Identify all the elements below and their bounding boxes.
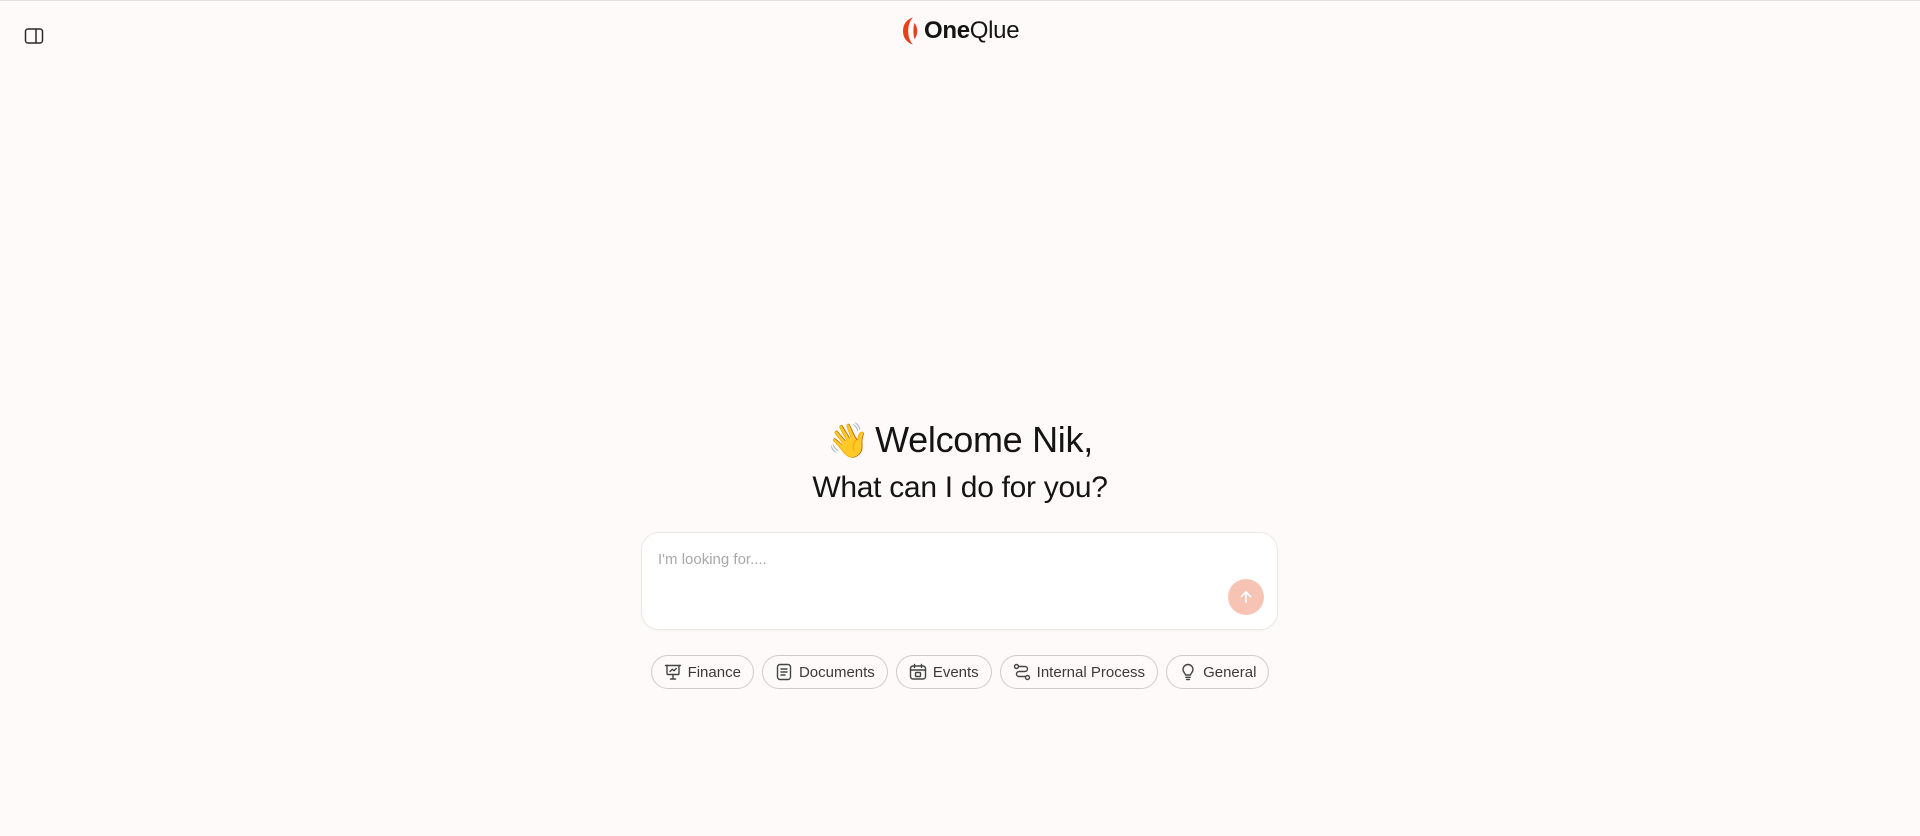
- document-icon: [776, 663, 792, 681]
- top-divider: [0, 0, 1920, 1]
- chip-internal-process[interactable]: Internal Process: [999, 655, 1159, 689]
- brand-logo[interactable]: OneQlue: [902, 14, 1020, 48]
- welcome-heading: 👋 Welcome Nik,: [0, 415, 1920, 466]
- welcome-text: Welcome Nik,: [875, 419, 1093, 460]
- route-icon: [1013, 663, 1030, 681]
- waving-hand-icon: 👋: [827, 422, 870, 460]
- chip-events[interactable]: Events: [895, 655, 992, 689]
- calendar-icon: [909, 663, 927, 680]
- chip-label: General: [1203, 663, 1257, 681]
- subtitle-heading: What can I do for you?: [812, 471, 1108, 504]
- arrow-up-icon: [1240, 591, 1252, 603]
- logo-text-bold: One: [924, 17, 970, 44]
- chip-label: Documents: [798, 663, 875, 681]
- search-box: [641, 532, 1278, 630]
- chip-label: Internal Process: [1036, 663, 1146, 681]
- logo-text-regular: Qlue: [969, 17, 1020, 44]
- search-input[interactable]: [656, 547, 1220, 571]
- category-chips: Finance Documents Events Internal Proces…: [0, 655, 1920, 689]
- lightbulb-icon: [1182, 663, 1194, 681]
- chip-label: Events: [932, 663, 979, 681]
- oneqlue-logo-icon: [903, 17, 918, 45]
- chip-documents[interactable]: Documents: [761, 655, 888, 689]
- sidebar-panel-icon: [24, 28, 44, 44]
- presentation-icon: [664, 664, 681, 680]
- chip-general[interactable]: General: [1166, 655, 1270, 689]
- chip-label: Finance: [687, 663, 741, 681]
- send-button[interactable]: [1228, 579, 1264, 615]
- sidebar-toggle-button[interactable]: [22, 24, 46, 48]
- chip-finance[interactable]: Finance: [650, 655, 754, 689]
- logo-wordmark: OneQlue: [924, 17, 1020, 45]
